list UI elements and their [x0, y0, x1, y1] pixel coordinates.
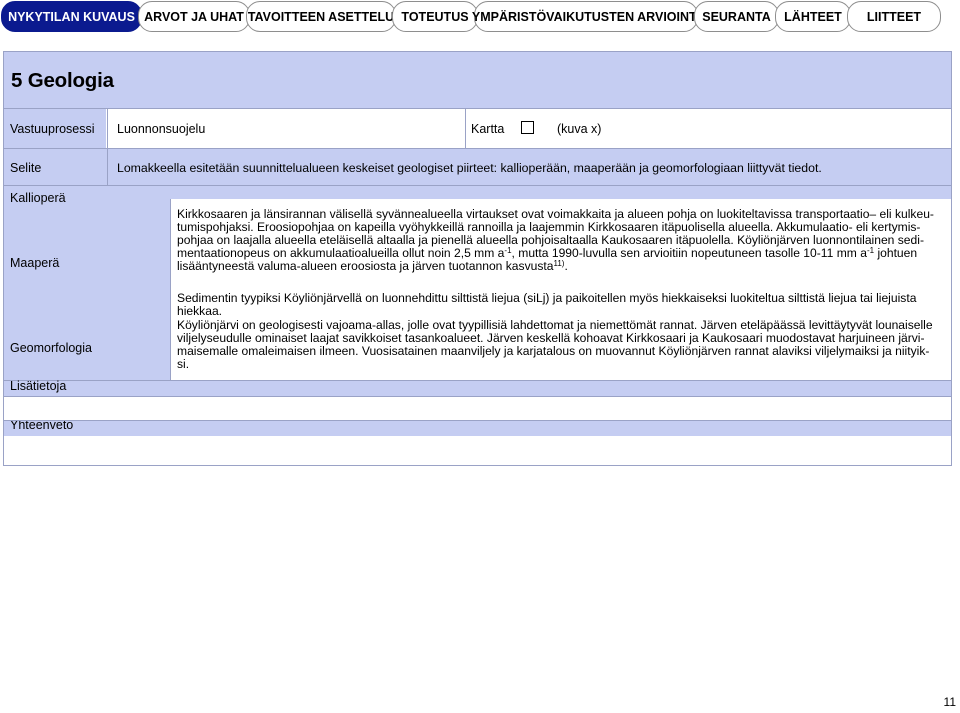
superscript: -1	[866, 246, 875, 256]
geomorfologia-line: si.	[177, 357, 190, 372]
geomorfologia-paragraph: Köyliönjärvi on geologisesti vajoama-all…	[177, 318, 947, 372]
form-title-bar: 5 Geologia	[3, 51, 952, 109]
selite-value-cell: Lomakkeella esitetään suunnittelualueen …	[107, 149, 951, 185]
top-navigation: NYKYTILAN KUVAUS ARVOT JA UHAT TAVOITTEE…	[0, 0, 944, 34]
vastuuprosessi-row: Vastuuprosessi Luonnonsuojelu Kartta (ku…	[3, 109, 952, 149]
tab-nykytilan-kuvaus[interactable]: NYKYTILAN KUVAUS	[1, 1, 142, 32]
kuva-label: (kuva x)	[557, 122, 602, 136]
maapera-line-text: johtuen	[874, 246, 918, 261]
geomorfologia-label: Geomorfologia	[10, 341, 92, 355]
selite-label-cell: Selite	[4, 149, 106, 185]
page-number: 11	[943, 695, 956, 709]
geology-labels-column: Kallioperä Maaperä Geomorfologia	[3, 186, 170, 381]
page-title: 5 Geologia	[11, 69, 114, 92]
lisatietoja-row: Lisätietoja	[3, 379, 952, 396]
sediment-line: hiekkaa.	[177, 304, 223, 319]
tab-seuranta[interactable]: SEURANTA	[694, 1, 779, 32]
tab-ymparistovaikutusten-arviointi[interactable]: YMPÄRISTÖVAIKUTUSTEN ARVIOINTI	[472, 1, 700, 32]
sediment-paragraph: Sedimentin tyypiksi Köyliönjärvellä on l…	[177, 291, 947, 319]
maapera-label: Maaperä	[10, 256, 60, 270]
geology-text-area[interactable]: Kirkkosaaren ja länsirannan välisellä sy…	[170, 199, 952, 381]
tab-liitteet[interactable]: LIITTEET	[847, 1, 941, 32]
kalliopera-label: Kallioperä	[10, 191, 66, 205]
tab-lahteet[interactable]: LÄHTEET	[775, 1, 851, 32]
selite-value: Lomakkeella esitetään suunnittelualueen …	[117, 161, 822, 175]
geology-content-block: Kallioperä Maaperä Geomorfologia Kirkkos…	[3, 186, 952, 381]
yhteenveto-input[interactable]	[3, 436, 952, 466]
vastuuprosessi-label: Vastuuprosessi	[10, 122, 95, 136]
maapera-line-text: lisääntyneestä valuma-alueen eroosiosta …	[177, 259, 554, 274]
superscript: 11)	[553, 259, 565, 269]
yhteenveto-row: Yhteenveto	[3, 418, 952, 436]
vastuuprosessi-label-cell: Vastuuprosessi	[4, 109, 106, 148]
tab-toteutus[interactable]: TOTEUTUS	[392, 1, 478, 32]
lisatietoja-input[interactable]	[3, 396, 952, 421]
vastuuprosessi-value-cell: Luonnonsuojelu	[107, 109, 465, 148]
maapera-line-text: mentaationopeus on akkumulaatioalueilla …	[177, 246, 505, 261]
lisatietoja-label: Lisätietoja	[10, 379, 67, 393]
maapera-paragraph: Kirkkosaaren ja länsirannan välisellä sy…	[177, 207, 947, 273]
maapera-line: lisääntyneestä valuma-alueen eroosiosta …	[177, 260, 947, 273]
kartta-checkbox[interactable]	[521, 121, 534, 134]
selite-label: Selite	[10, 161, 42, 175]
kartta-cell: Kartta (kuva x)	[465, 109, 951, 148]
kalliopera-header-strip	[170, 186, 952, 199]
tab-arvot-ja-uhat[interactable]: ARVOT JA UHAT	[138, 1, 250, 32]
kartta-label: Kartta	[471, 122, 505, 136]
maapera-line-text: .	[564, 259, 568, 274]
selite-row: Selite Lomakkeella esitetään suunnittelu…	[3, 149, 952, 186]
geomorfologia-line: maisemalle omaleimaisen ilmeen. Vuosisat…	[177, 344, 930, 359]
tab-tavoitteen-asettelu[interactable]: TAVOITTEEN ASETTELU	[246, 1, 396, 32]
superscript: -1	[504, 246, 512, 256]
maapera-line-text: , mutta 1990-luvulla sen arvioitiin nope…	[511, 246, 867, 261]
sediment-line: Sedimentin tyypiksi Köyliönjärvellä on l…	[177, 291, 917, 305]
vastuuprosessi-value: Luonnonsuojelu	[117, 122, 206, 136]
